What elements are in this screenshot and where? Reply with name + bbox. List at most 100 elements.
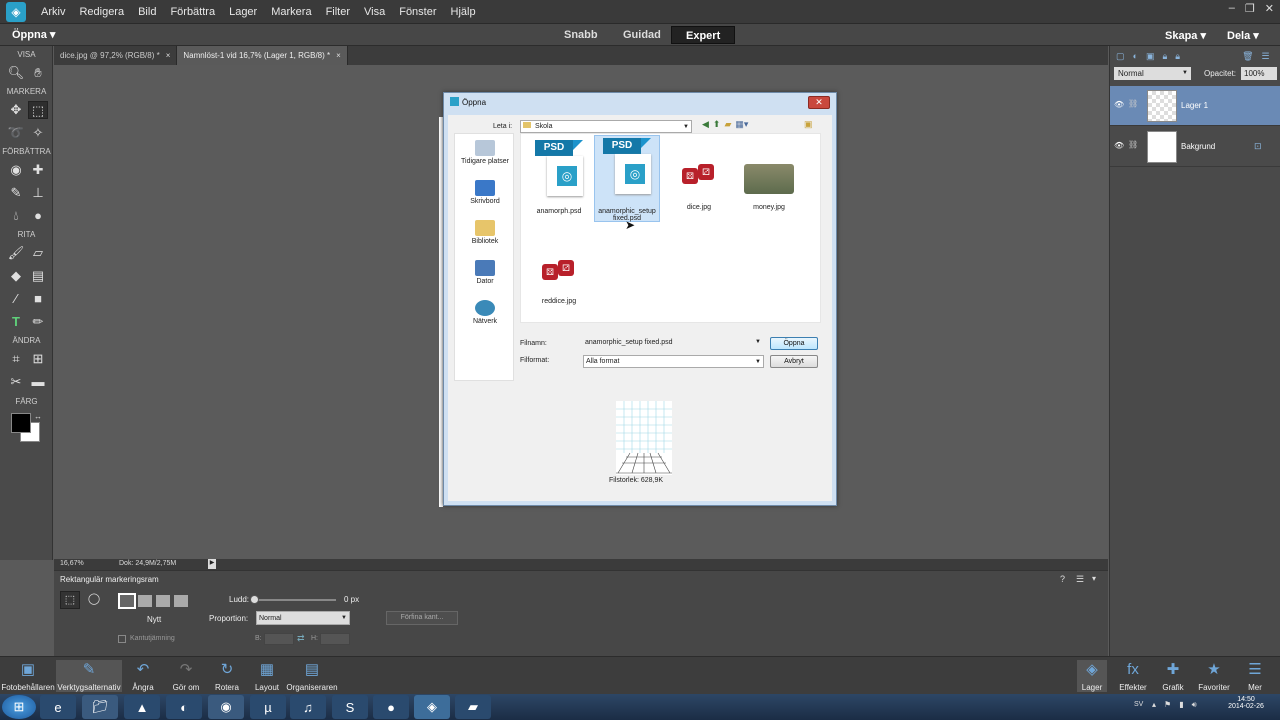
rotate-button[interactable]: ↻ Rotera bbox=[210, 660, 244, 692]
height-field[interactable] bbox=[320, 633, 350, 645]
explorer-taskbar-icon[interactable]: 📁︎ bbox=[82, 695, 118, 719]
cancel-button[interactable]: Avbryt bbox=[770, 355, 818, 368]
help-icon[interactable]: ? bbox=[1060, 574, 1065, 584]
layer-mask-icon[interactable]: ▣ bbox=[1146, 51, 1155, 63]
create-menu-button[interactable]: Skapa ▾ bbox=[1165, 29, 1206, 42]
adjustment-layer-icon[interactable]: ◐ bbox=[1133, 51, 1138, 63]
place-libraries[interactable]: Bibliotek bbox=[455, 220, 515, 245]
feather-slider[interactable] bbox=[254, 599, 336, 601]
utorrent-taskbar-icon[interactable]: µ bbox=[250, 695, 286, 719]
rect-marquee-tool-icon[interactable]: ⬚ bbox=[28, 101, 48, 119]
paint-bucket-tool-icon[interactable]: ◆ bbox=[6, 267, 26, 285]
gradient-tool-icon[interactable]: ▤ bbox=[28, 267, 48, 285]
spotify-taskbar-icon[interactable]: ♫ bbox=[290, 695, 326, 719]
add-selection-icon[interactable] bbox=[138, 595, 152, 607]
tool-options-button[interactable]: ✎ Verktygsalternativ bbox=[56, 660, 122, 692]
restore-icon[interactable]: ❐ bbox=[1245, 2, 1255, 15]
menu-arkiv[interactable]: Arkiv bbox=[34, 6, 72, 18]
tray-network-icon[interactable]: ▮ bbox=[1179, 700, 1183, 710]
pencil-tool-icon[interactable]: ✏︎ bbox=[28, 313, 48, 331]
view-menu-icon[interactable]: ▦▾ bbox=[735, 119, 748, 130]
app-taskbar-icon[interactable]: ▰ bbox=[455, 695, 491, 719]
dialog-close-button[interactable]: ✕ bbox=[808, 96, 830, 109]
move-tool-icon[interactable]: ✥ bbox=[6, 101, 26, 119]
status-menu-arrow-icon[interactable]: ▶ bbox=[208, 559, 216, 569]
graphics-panel-button[interactable]: ✚ Grafik bbox=[1158, 660, 1188, 692]
lasso-tool-icon[interactable]: ➰ bbox=[6, 124, 26, 142]
swap-colors-icon[interactable]: ↔ bbox=[34, 412, 42, 421]
clone-stamp-tool-icon[interactable]: ⊥ bbox=[28, 184, 48, 202]
swap-dimensions-icon[interactable]: ⇄ bbox=[297, 633, 305, 644]
new-layer-icon[interactable]: ▢ bbox=[1116, 51, 1125, 63]
tray-volume-icon[interactable]: 🔊︎ bbox=[1192, 700, 1197, 710]
vlc-taskbar-icon[interactable]: ▲ bbox=[124, 695, 160, 719]
crop-tool-icon[interactable]: ⌗ bbox=[6, 350, 26, 368]
red-eye-tool-icon[interactable]: ◉ bbox=[6, 161, 26, 179]
brush-tool-icon[interactable]: 🖌︎ bbox=[6, 244, 26, 262]
redo-button[interactable]: ↷ Gör om bbox=[168, 660, 204, 692]
clock[interactable]: 14:50 2014-02-26 bbox=[1226, 696, 1266, 710]
opacity-field[interactable]: 100% bbox=[1241, 67, 1277, 80]
start-button-icon[interactable]: ⊞ bbox=[2, 695, 36, 719]
open-menu-button[interactable]: Öppna ▾ bbox=[12, 28, 55, 41]
zoom-tool-icon[interactable]: 🔍︎ bbox=[6, 64, 26, 82]
antialias-checkbox[interactable] bbox=[118, 635, 126, 643]
mode-expert[interactable]: Expert bbox=[671, 26, 736, 44]
refine-edge-button[interactable]: Förfina kant... bbox=[386, 611, 458, 625]
look-in-select[interactable]: Skola ▼ bbox=[520, 120, 692, 133]
subtract-selection-icon[interactable] bbox=[156, 595, 170, 607]
menu-visa[interactable]: Visa bbox=[357, 6, 392, 18]
blend-mode-select[interactable]: Normal ▼ bbox=[1114, 67, 1191, 80]
undo-button[interactable]: ↶ Ångra bbox=[126, 660, 160, 692]
lock-transparent-icon[interactable]: 🔒︎ bbox=[1162, 51, 1167, 63]
place-recent[interactable]: Tidigare platser bbox=[455, 140, 515, 165]
effects-panel-button[interactable]: fx Effekter bbox=[1116, 660, 1150, 692]
steam-taskbar-icon[interactable]: ◐ bbox=[166, 695, 202, 719]
place-computer[interactable]: Dator bbox=[455, 260, 515, 285]
menu-markera[interactable]: Markera bbox=[264, 6, 318, 18]
up-folder-icon[interactable]: ⬆ bbox=[713, 119, 721, 130]
photoshop-elements-taskbar-icon[interactable]: ◈ bbox=[414, 695, 450, 719]
width-field[interactable] bbox=[264, 633, 294, 645]
layout-button[interactable]: ▦ Layout bbox=[252, 660, 282, 692]
layer-row-bakgrund[interactable]: 👁︎ ⛓︎ Bakgrund ⊡ bbox=[1110, 127, 1280, 167]
skype-taskbar-icon[interactable]: S bbox=[332, 695, 368, 719]
eraser-tool-icon[interactable]: ▱ bbox=[28, 244, 48, 262]
menu-fonster[interactable]: Fönster bbox=[392, 6, 443, 18]
obs-taskbar-icon[interactable]: ● bbox=[373, 695, 409, 719]
open-button[interactable]: Öppna bbox=[770, 337, 818, 350]
close-tab-icon[interactable]: × bbox=[336, 51, 341, 60]
new-folder-icon[interactable]: ▰ bbox=[724, 119, 731, 130]
hand-tool-icon[interactable]: ✋︎ bbox=[28, 64, 48, 82]
share-menu-button[interactable]: Dela ▾ bbox=[1227, 29, 1259, 42]
menu-forbattra[interactable]: Förbättra bbox=[163, 6, 222, 18]
back-icon[interactable]: ◀ bbox=[702, 119, 709, 130]
close-icon[interactable]: ✕ bbox=[1265, 2, 1274, 15]
filename-field[interactable]: anamorphic_setup fixed.psd ▼ bbox=[583, 337, 763, 350]
eyedropper-tool-icon[interactable]: ⁄ bbox=[6, 290, 26, 308]
sponge-tool-icon[interactable]: ● bbox=[28, 207, 48, 225]
feather-slider-handle[interactable] bbox=[250, 595, 259, 604]
dialog-folder-icon[interactable]: ▣ bbox=[804, 119, 813, 130]
ie-taskbar-icon[interactable]: e bbox=[40, 695, 76, 719]
file-item[interactable]: ⚄ ⚂ reddice.jpg bbox=[526, 244, 592, 314]
lock-all-icon[interactable]: 🔒︎ bbox=[1175, 51, 1180, 63]
panel-menu-icon[interactable]: ☰ bbox=[1262, 51, 1270, 63]
foreground-color-swatch[interactable] bbox=[11, 413, 31, 433]
place-network[interactable]: Nätverk bbox=[455, 300, 515, 325]
shape-tool-icon[interactable]: ■ bbox=[28, 290, 48, 308]
menu-bild[interactable]: Bild bbox=[131, 6, 163, 18]
tray-flag-icon[interactable]: ⚑ bbox=[1164, 700, 1171, 710]
organizer-button[interactable]: ▤ Organiseraren bbox=[286, 660, 338, 692]
place-desktop[interactable]: Skrivbord bbox=[455, 180, 515, 205]
visibility-eye-icon[interactable]: 👁︎ bbox=[1114, 100, 1124, 109]
language-indicator[interactable]: SV bbox=[1134, 701, 1143, 708]
file-item[interactable]: PSD ◎ anamorph.psd bbox=[526, 138, 592, 222]
photo-bin-button[interactable]: ▣ Fotobehållaren bbox=[0, 660, 56, 692]
content-aware-move-tool-icon[interactable]: ✂︎ bbox=[6, 373, 26, 391]
layers-panel-button[interactable]: ◈ Lager bbox=[1077, 660, 1107, 692]
type-tool-icon[interactable]: T bbox=[6, 313, 26, 331]
layer-row-lager1[interactable]: 👁︎ ⛓︎ Lager 1 bbox=[1110, 86, 1280, 126]
delete-layer-icon[interactable]: 🗑︎ bbox=[1242, 51, 1253, 63]
menu-redigera[interactable]: Redigera bbox=[72, 6, 131, 18]
